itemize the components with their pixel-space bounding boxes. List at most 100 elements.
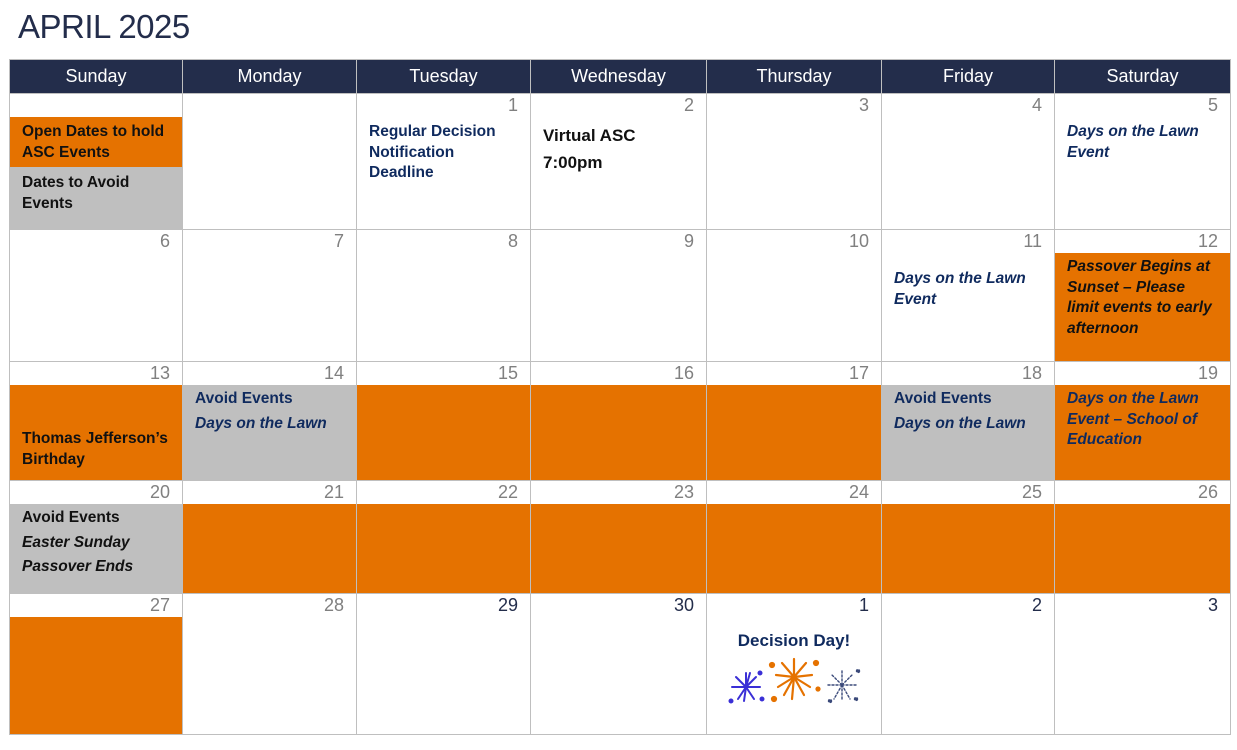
day-number: 24 — [848, 482, 869, 502]
event-jefferson-birthday: Thomas Jefferson’s Birthday — [22, 430, 168, 468]
day-number: 12 — [1197, 231, 1218, 251]
day-number: 3 — [1207, 595, 1218, 615]
day-cell-apr-1[interactable]: 1 Regular Decision Notification Deadline — [356, 93, 531, 230]
day-cell-apr-18[interactable]: 18 Avoid Events Days on the Lawn — [881, 361, 1055, 481]
weekday-monday: Monday — [182, 59, 357, 94]
firework-orange — [768, 657, 821, 703]
week-row: Open Dates to hold ASC Events Dates to A… — [9, 93, 1231, 230]
open-date-fill: Days on the Lawn Event – School of Educa… — [1055, 385, 1230, 480]
day-number: 30 — [673, 595, 694, 615]
day-cell-apr-24[interactable]: 24 — [706, 480, 882, 594]
legend-avoid-label: Dates to Avoid Events — [22, 174, 130, 212]
day-number: 3 — [858, 95, 869, 115]
day-cell-apr-10[interactable]: 10 — [706, 229, 882, 362]
event-days-on-lawn-education: Days on the Lawn Event – School of Educa… — [1067, 390, 1199, 448]
day-cell-apr-28[interactable]: 28 — [182, 593, 357, 735]
avoid-date-fill: Avoid Events Days on the Lawn — [882, 385, 1054, 480]
day-cell-apr-16[interactable]: 16 — [530, 361, 707, 481]
day-cell-apr-13[interactable]: 13 Thomas Jefferson’s Birthday — [9, 361, 183, 481]
event-easter: Easter Sunday — [22, 533, 130, 551]
event-avoid: Avoid Events — [22, 509, 120, 526]
day-cell-apr-11[interactable]: 11 Days on the Lawn Event — [881, 229, 1055, 362]
day-cell-may-3[interactable]: 3 — [1054, 593, 1231, 735]
open-date-fill — [357, 504, 530, 593]
day-cell-apr-8[interactable]: 8 — [356, 229, 531, 362]
day-cell-apr-3[interactable]: 3 — [706, 93, 882, 230]
weekday-wednesday: Wednesday — [530, 59, 707, 94]
day-cell-apr-14[interactable]: 14 Avoid Events Days on the Lawn — [182, 361, 357, 481]
day-cell-apr-12[interactable]: 12 Passover Begins at Sunset – Please li… — [1054, 229, 1231, 362]
day-number: 9 — [683, 231, 694, 251]
day-cell-apr-2[interactable]: 2 Virtual ASC 7:00pm — [530, 93, 707, 230]
open-date-fill — [10, 617, 182, 734]
weekday-tuesday: Tuesday — [356, 59, 531, 94]
event-avoid: Avoid Events — [195, 390, 293, 407]
legend-avoid-dates: Dates to Avoid Events — [10, 167, 182, 229]
day-number: 23 — [673, 482, 694, 502]
fireworks-icon — [728, 657, 861, 704]
day-number: 22 — [497, 482, 518, 502]
event-regular-decision: Regular Decision Notification Deadline — [369, 123, 496, 181]
event-time: 7:00pm — [543, 153, 603, 172]
calendar-grid: Sunday Monday Tuesday Wednesday Thursday… — [9, 59, 1231, 735]
day-cell-apr-19[interactable]: 19 Days on the Lawn Event – School of Ed… — [1054, 361, 1231, 481]
event-passover-ends: Passover Ends — [22, 558, 134, 575]
day-cell-apr-26[interactable]: 26 — [1054, 480, 1231, 594]
day-cell-apr-22[interactable]: 22 — [356, 480, 531, 594]
week-row: 13 Thomas Jefferson’s Birthday 14 Avoid … — [9, 361, 1231, 481]
day-cell-apr-5[interactable]: 5 Days on the Lawn Event — [1054, 93, 1231, 230]
day-cell-apr-20[interactable]: 20 Avoid Events Easter Sunday Passover E… — [9, 480, 183, 594]
event-days-on-lawn: Days on the Lawn Event — [894, 270, 1026, 308]
day-cell-may-2[interactable]: 2 — [881, 593, 1055, 735]
legend-open-label: Open Dates to hold ASC Events — [22, 123, 165, 161]
event-avoid: Avoid Events — [894, 390, 992, 407]
firework-navy — [827, 668, 861, 704]
day-cell-apr-29[interactable]: 29 — [356, 593, 531, 735]
day-cell-apr-30[interactable]: 30 — [530, 593, 707, 735]
day-number: 26 — [1197, 482, 1218, 502]
day-cell-apr-23[interactable]: 23 — [530, 480, 707, 594]
day-number: 2 — [1031, 595, 1042, 615]
week-row: 6 7 8 9 10 11 Days on the Lawn Event 12 … — [9, 229, 1231, 362]
event-days-on-lawn: Days on the Lawn — [894, 414, 1026, 432]
event-passover-begins: Passover Begins at Sunset – Please limit… — [1067, 258, 1212, 337]
day-number: 18 — [1021, 363, 1042, 383]
legend-cell: Open Dates to hold ASC Events Dates to A… — [9, 93, 183, 230]
open-date-fill — [707, 504, 881, 593]
day-cell-may-1[interactable]: 1 Decision Day! — [706, 593, 882, 735]
day-cell-apr-25[interactable]: 25 — [881, 480, 1055, 594]
weekday-friday: Friday — [881, 59, 1055, 94]
day-cell-apr-17[interactable]: 17 — [706, 361, 882, 481]
day-number: 1 — [858, 595, 869, 615]
day-number: 27 — [149, 595, 170, 615]
day-cell-empty[interactable] — [182, 93, 357, 230]
open-date-fill — [707, 385, 881, 480]
day-number: 17 — [848, 363, 869, 383]
weekday-saturday: Saturday — [1054, 59, 1231, 94]
day-number: 8 — [507, 231, 518, 251]
day-number: 21 — [323, 482, 344, 502]
day-number: 6 — [159, 231, 170, 251]
day-cell-apr-6[interactable]: 6 — [9, 229, 183, 362]
day-cell-apr-21[interactable]: 21 — [182, 480, 357, 594]
day-cell-apr-9[interactable]: 9 — [530, 229, 707, 362]
open-date-fill — [357, 385, 530, 480]
page-title: APRIL 2025 — [18, 8, 190, 45]
day-number: 5 — [1207, 95, 1218, 115]
event-virtual-asc: Virtual ASC — [543, 126, 636, 145]
day-cell-apr-27[interactable]: 27 — [9, 593, 183, 735]
open-date-fill: Passover Begins at Sunset – Please limit… — [1055, 253, 1230, 361]
day-cell-apr-7[interactable]: 7 — [182, 229, 357, 362]
day-number: 4 — [1031, 95, 1042, 115]
day-cell-apr-4[interactable]: 4 — [881, 93, 1055, 230]
legend-open-dates: Open Dates to hold ASC Events — [10, 117, 182, 167]
day-number: 1 — [507, 95, 518, 115]
day-number: 29 — [497, 595, 518, 615]
day-cell-apr-15[interactable]: 15 — [356, 361, 531, 481]
day-number: 20 — [149, 482, 170, 502]
day-number: 25 — [1021, 482, 1042, 502]
event-decision-day: Decision Day! — [737, 631, 851, 650]
day-number: 16 — [673, 363, 694, 383]
open-date-fill — [531, 385, 706, 480]
weekday-thursday: Thursday — [706, 59, 882, 94]
